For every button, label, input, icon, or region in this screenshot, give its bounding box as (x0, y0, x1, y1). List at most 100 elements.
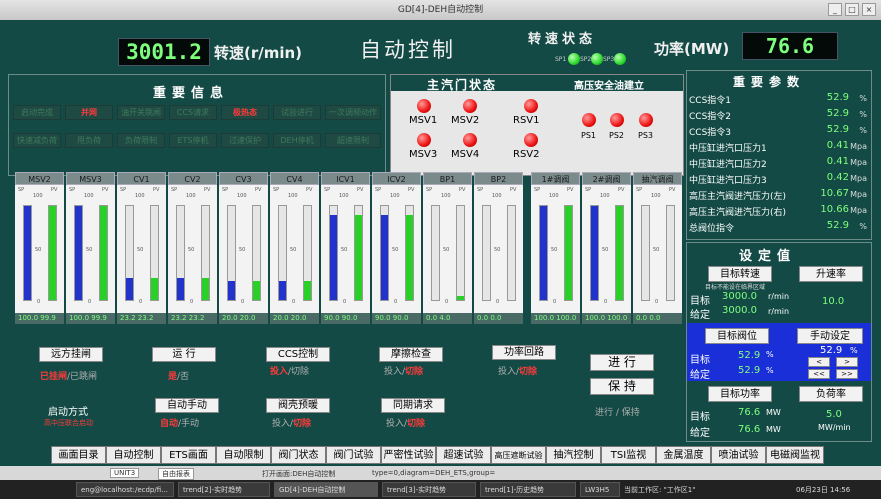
target-valve-value[interactable]: 52.9 (738, 350, 760, 361)
load-rate-button[interactable]: 负荷率 (799, 386, 863, 402)
hold-button[interactable]: 保 持 (590, 378, 654, 395)
manual-decrease-button[interactable]: < (808, 357, 830, 367)
valve-bar-readout: 23.2 23.2 (168, 313, 217, 324)
valve-bar-body: SP PV 100 50 0 (321, 185, 370, 313)
remote-latch-button[interactable]: 远方挂闸 (39, 347, 103, 362)
minimize-button[interactable]: _ (828, 3, 842, 16)
msv3-label: MSV3 (409, 149, 438, 160)
param-value: 52.9 (826, 108, 849, 119)
nav-button[interactable]: ETS画面 (161, 446, 216, 464)
param-label: 中压缸进汽口压力2 (689, 160, 767, 170)
auto-on: 自动 (160, 419, 179, 429)
unit-select[interactable]: UNIT3 (110, 468, 140, 478)
sp-label: SP (222, 187, 229, 193)
close-button[interactable]: × (862, 3, 876, 16)
sp-track (539, 205, 548, 301)
proceed-button[interactable]: 进 行 (590, 354, 654, 371)
scale-top: 100 (390, 193, 400, 199)
scale-bot: 0 (37, 299, 41, 305)
sync-request-button[interactable]: 同期请求 (381, 398, 445, 413)
nav-button[interactable]: 自动限制 (216, 446, 271, 464)
nav-button[interactable]: 阀门状态 (271, 446, 326, 464)
sp-fill (591, 206, 598, 300)
rub-check-button[interactable]: 摩擦检查 (379, 347, 443, 362)
scale-mid: 50 (341, 247, 348, 253)
target-power-value[interactable]: 76.6 (738, 407, 760, 418)
nav-button[interactable]: 喷油试验 (711, 446, 766, 464)
nav-button[interactable]: 抽汽控制 (546, 446, 601, 464)
ccs-off: /切除 (288, 367, 310, 377)
scale-bot: 0 (88, 299, 92, 305)
nav-button[interactable]: 金属温度 (656, 446, 711, 464)
param-label: 总阀位指令 (689, 224, 735, 234)
given-valve-unit: % (766, 366, 774, 375)
manual-increase-button[interactable]: > (836, 357, 858, 367)
valve-bar-title: 1#调阀 (531, 172, 580, 185)
nav-button[interactable]: 电磁阀监视 (766, 446, 824, 464)
pv-label: PV (153, 187, 160, 193)
param-value: 0.42 (826, 172, 849, 183)
nav-button[interactable]: 高压遮断试验 (491, 446, 546, 464)
param-row: 中压缸进汽口压力1 0.41 Mpa (689, 140, 867, 156)
nav-button[interactable]: TSI监视 (601, 446, 656, 464)
ramp-value[interactable]: 10.0 (822, 296, 844, 307)
nav-button[interactable]: 超速试验 (436, 446, 491, 464)
nav-button[interactable]: 自动控制 (106, 446, 161, 464)
maximize-button[interactable]: □ (845, 3, 859, 16)
manual-fast-decrease-button[interactable]: << (808, 369, 830, 379)
param-value: 10.66 (820, 204, 849, 215)
target-speed-button[interactable]: 目标转速 (708, 266, 772, 282)
valve-status-panel: 主汽门状态 高压安全油建立 MSV1 MSV2 RSV1 MSV3 MSV4 R… (390, 74, 684, 176)
speed-ramp-button[interactable]: 升速率 (799, 266, 863, 282)
target-valve-button[interactable]: 目标阀位 (705, 328, 769, 344)
load-rate-value[interactable]: 5.0 (826, 409, 842, 420)
rub-check-state: 投入/切除 (384, 364, 423, 377)
scale-top: 100 (600, 193, 610, 199)
task-trend2[interactable]: trend[2]-实时趋势 (178, 482, 270, 497)
manual-set-value: 52.9 (820, 345, 843, 356)
given-power-unit: MW (766, 425, 781, 434)
given-speed-unit: r/min (768, 307, 790, 316)
nav-button[interactable]: 严密性试验 (381, 446, 436, 464)
param-value: 52.9 (826, 124, 849, 135)
valve-preheat-button[interactable]: 阀壳预暖 (266, 398, 330, 413)
mode-select[interactable]: 自由报表 (158, 468, 194, 480)
power-loop-button[interactable]: 功率回路 (492, 345, 556, 360)
pv-track (615, 205, 624, 301)
ccs-control-button[interactable]: CCS控制 (266, 347, 330, 362)
ps2-label: PS2 (609, 131, 624, 140)
task-terminal[interactable]: eng@localhost:/ecdp/fi... (76, 482, 174, 497)
task-lw3h5[interactable]: LW3H5 (580, 482, 620, 497)
auto-manual-button[interactable]: 自动手动 (155, 398, 219, 413)
scale-bot: 0 (445, 299, 449, 305)
sp3-label: SP3 (603, 56, 615, 63)
nav-button[interactable]: 阀门试验 (326, 446, 381, 464)
info-title: 重要信息 (153, 86, 230, 101)
target-speed-value[interactable]: 3000.0 (722, 291, 757, 302)
sp-label: SP (69, 187, 76, 193)
pv-fill (202, 278, 209, 300)
task-trend1[interactable]: trend[1]-历史趋势 (480, 482, 576, 497)
proceed-hold-state: 进行 / 保持 (595, 408, 640, 418)
run-button[interactable]: 运 行 (152, 347, 216, 362)
sp-track (641, 205, 650, 301)
nav-button[interactable]: 画面目录 (51, 446, 106, 464)
manual-set-button[interactable]: 手动设定 (797, 328, 863, 344)
scale-bot: 0 (139, 299, 143, 305)
pv-fill (49, 206, 56, 300)
param-unit: % (859, 222, 867, 231)
info-cell-ets-trip: ETS停机 (169, 133, 217, 148)
task-deh-control[interactable]: GD[4]-DEH自动控制 (274, 482, 378, 497)
power-display: 76.6 (742, 32, 838, 60)
target-power-button[interactable]: 目标功率 (708, 386, 772, 402)
param-row: 总阀位指令 52.9% (689, 220, 867, 236)
param-unit: % (859, 94, 867, 103)
manual-fast-increase-button[interactable]: >> (836, 369, 858, 379)
sp-track (176, 205, 185, 301)
pv-fill (457, 296, 464, 300)
ps1-label: PS1 (581, 131, 596, 140)
sp-fill (24, 206, 31, 300)
scale-mid: 50 (494, 247, 501, 253)
valve-bar-body: SP PV 100 50 0 (270, 185, 319, 313)
task-trend3[interactable]: trend[3]-实时趋势 (382, 482, 476, 497)
